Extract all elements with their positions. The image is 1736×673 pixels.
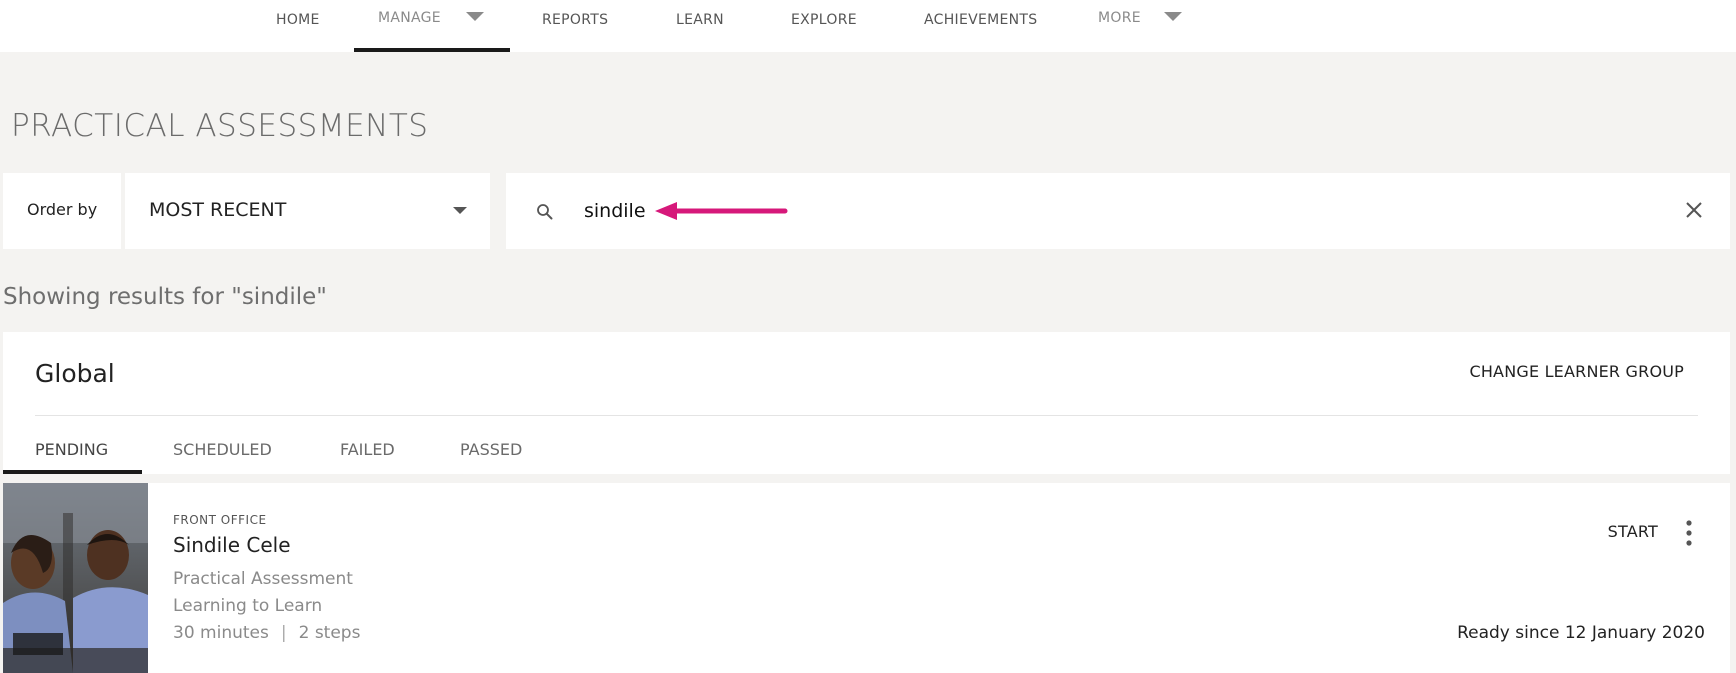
chevron-down-icon — [453, 207, 467, 214]
assessment-details: 30 minutes | 2 steps — [173, 623, 360, 643]
assessment-type: Practical Assessment — [173, 569, 353, 589]
nav-item-more[interactable]: MORE — [1092, 0, 1192, 52]
divider — [35, 415, 1698, 416]
tab-passed[interactable]: PASSED — [460, 416, 540, 474]
nav-item-label: MORE — [1098, 10, 1141, 26]
duration-text: 30 minutes — [173, 623, 269, 643]
chevron-down-icon — [466, 12, 484, 21]
tab-label: SCHEDULED — [173, 440, 272, 459]
tab-label: FAILED — [340, 440, 395, 459]
tab-label: PASSED — [460, 440, 523, 459]
order-by-value: MOST RECENT — [149, 199, 287, 221]
top-navigation: HOME MANAGE REPORTS LEARN EXPLORE ACHIEV… — [0, 0, 1736, 52]
nav-item-label: MANAGE — [378, 10, 441, 26]
assessment-card[interactable]: FRONT OFFICE Sindile Cele Practical Asse… — [3, 483, 1730, 673]
nav-item-learn[interactable]: LEARN — [668, 0, 732, 52]
chevron-down-icon — [1164, 12, 1182, 21]
tab-pending[interactable]: PENDING — [3, 416, 142, 474]
order-by-select[interactable]: MOST RECENT — [125, 173, 490, 249]
order-by-label: Order by — [27, 200, 98, 219]
ready-since-text: Ready since 12 January 2020 — [1457, 623, 1705, 643]
learner-group-title: Global — [35, 359, 115, 388]
tab-failed[interactable]: FAILED — [340, 416, 410, 474]
learner-group-panel: Global CHANGE LEARNER GROUP PENDING SCHE… — [3, 332, 1730, 474]
nav-item-home[interactable]: HOME — [268, 0, 328, 52]
nav-item-reports[interactable]: REPORTS — [535, 0, 615, 52]
annotation-arrow-icon — [655, 202, 788, 220]
nav-item-label: LEARN — [676, 12, 724, 28]
close-icon[interactable] — [1684, 200, 1704, 220]
nav-item-label: HOME — [276, 12, 320, 28]
tab-label: PENDING — [35, 440, 109, 459]
course-name: Learning to Learn — [173, 596, 323, 616]
steps-text: 2 steps — [298, 623, 361, 643]
learner-photo — [3, 483, 148, 673]
tab-scheduled[interactable]: SCHEDULED — [173, 416, 283, 474]
learner-name: Sindile Cele — [173, 533, 291, 557]
start-button[interactable]: START — [1608, 522, 1658, 541]
nav-item-label: ACHIEVEMENTS — [924, 12, 1038, 28]
nav-item-label: EXPLORE — [791, 12, 857, 28]
nav-item-achievements[interactable]: ACHIEVEMENTS — [917, 0, 1047, 52]
more-options-icon[interactable] — [1684, 519, 1694, 547]
separator: | — [280, 623, 287, 643]
page-title: PRACTICAL ASSESSMENTS — [11, 108, 429, 144]
nav-item-manage[interactable]: MANAGE — [354, 0, 510, 52]
nav-item-label: REPORTS — [542, 12, 609, 28]
active-tab-indicator — [3, 470, 142, 474]
results-label: Showing results for "sindile" — [3, 284, 327, 310]
change-learner-group-button[interactable]: CHANGE LEARNER GROUP — [1469, 362, 1684, 381]
active-tab-indicator — [354, 48, 510, 52]
department-label: FRONT OFFICE — [173, 513, 267, 527]
search-icon — [537, 204, 553, 220]
nav-item-explore[interactable]: EXPLORE — [783, 0, 867, 52]
order-by-label-box: Order by — [3, 173, 121, 249]
